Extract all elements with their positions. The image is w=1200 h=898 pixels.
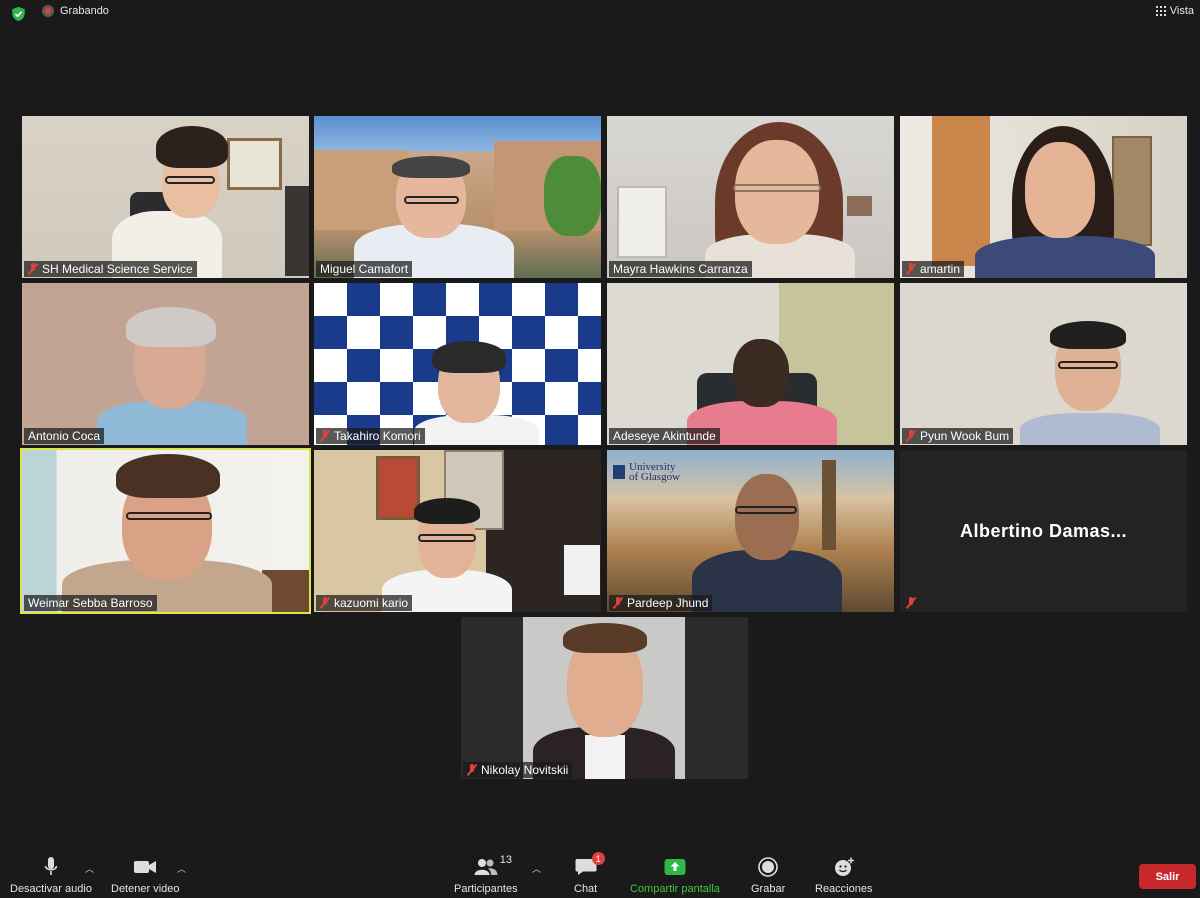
mic-muted-icon (28, 263, 38, 275)
participant-name: SH Medical Science Service (42, 262, 193, 276)
video-tile[interactable]: Adeseye Akintunde (607, 283, 894, 445)
video-feed (900, 283, 1187, 445)
reactions-button[interactable]: Reacciones (815, 856, 872, 895)
video-feed (314, 283, 601, 445)
share-screen-label: Compartir pantalla (630, 883, 720, 895)
participant-name-tag: Antonio Coca (24, 428, 105, 444)
reactions-label: Reacciones (815, 883, 873, 895)
video-feed (22, 450, 309, 612)
participant-display-name: Albertino Damas... (959, 520, 1128, 541)
participant-name-tag (902, 595, 920, 611)
participant-name-tag: amartin (902, 261, 965, 277)
top-bar: Grabando Vista (0, 0, 1200, 28)
participant-name-tag: Pyun Wook Bum (902, 428, 1014, 444)
video-tile[interactable]: amartin (900, 116, 1187, 278)
grid-view-icon (1155, 6, 1166, 16)
video-options-chevron-icon[interactable]: ︿ (177, 862, 186, 875)
participants-label: Participantes (454, 883, 518, 895)
emoji-plus-icon (833, 856, 855, 878)
shield-check-icon[interactable] (11, 6, 26, 22)
participant-name-tag: Nikolay Novitskii (463, 762, 573, 778)
video-feed (22, 283, 309, 445)
participant-name: Takahiro Komori (334, 429, 421, 443)
participants-count: 13 (499, 854, 513, 866)
mute-audio-button[interactable]: Desactivar audio (10, 856, 92, 895)
recording-indicator[interactable]: Grabando (42, 5, 109, 17)
participant-name-tag: SH Medical Science Service (24, 261, 197, 277)
record-icon (42, 5, 54, 17)
video-feed (461, 617, 748, 779)
video-tile-video-off[interactable]: Albertino Damas... (900, 450, 1187, 612)
mic-muted-icon (320, 597, 330, 609)
chat-bubble-icon: 1 (575, 852, 605, 878)
video-tile[interactable]: Mayra Hawkins Carranza (607, 116, 894, 278)
participant-name: Pyun Wook Bum (920, 429, 1010, 443)
participant-name: Adeseye Akintunde (613, 429, 716, 443)
stop-video-button[interactable]: Detener video (111, 856, 180, 895)
video-tile[interactable]: Nikolay Novitskii (461, 617, 748, 779)
record-circle-icon (758, 856, 778, 878)
participant-name: Pardeep Jhund (627, 596, 709, 610)
share-screen-icon (664, 856, 686, 878)
video-tile[interactable]: Antonio Coca (22, 283, 309, 445)
participant-name: Antonio Coca (28, 429, 101, 443)
view-button[interactable]: Vista (1155, 5, 1194, 17)
participant-name: Miguel Camafort (320, 262, 409, 276)
mic-muted-icon (320, 430, 330, 442)
participant-name: amartin (920, 262, 961, 276)
video-feed: University of Glasgow (607, 450, 894, 612)
participant-name-tag: Pardeep Jhund (609, 595, 713, 611)
view-label: Vista (1169, 5, 1194, 17)
university-logo-line2: of Glasgow (629, 471, 681, 483)
mic-muted-icon (906, 263, 916, 275)
meeting-toolbar: Desactivar audio ︿ Detener video ︿ 13 Pa… (0, 850, 1200, 898)
participant-name-tag: Adeseye Akintunde (609, 428, 720, 444)
participant-name: Nikolay Novitskii (481, 763, 569, 777)
university-logo: University of Glasgow (613, 462, 681, 483)
microphone-icon (44, 856, 58, 878)
video-tile[interactable]: SH Medical Science Service (22, 116, 309, 278)
mic-muted-icon (906, 430, 916, 442)
participants-options-chevron-icon[interactable]: ︿ (532, 862, 541, 875)
participants-button[interactable]: 13 Participantes (454, 854, 518, 895)
video-tile[interactable]: Takahiro Komori (314, 283, 601, 445)
participant-name-tag: Takahiro Komori (316, 428, 425, 444)
chat-label: Chat (574, 883, 598, 895)
video-tile-active-speaker[interactable]: Weimar Sebba Barroso (20, 448, 311, 614)
video-feed (314, 450, 601, 612)
participant-name: Weimar Sebba Barroso (28, 596, 153, 610)
mic-muted-icon (613, 597, 623, 609)
video-feed (607, 283, 894, 445)
mic-muted-icon (906, 597, 916, 609)
participant-name: Mayra Hawkins Carranza (613, 262, 748, 276)
leave-meeting-button[interactable]: Salir (1139, 864, 1196, 889)
mute-audio-label: Desactivar audio (10, 883, 92, 895)
chat-button[interactable]: 1 Chat (574, 852, 605, 895)
video-tile[interactable]: Pyun Wook Bum (900, 283, 1187, 445)
participant-name-tag: Miguel Camafort (316, 261, 413, 277)
stop-video-label: Detener video (111, 883, 180, 895)
video-feed (900, 116, 1187, 278)
chat-unread-badge: 1 (591, 852, 605, 865)
participant-name-tag: Weimar Sebba Barroso (24, 595, 157, 611)
record-label: Grabar (751, 883, 786, 895)
mic-muted-icon (467, 764, 477, 776)
participant-name: kazuomi kario (334, 596, 409, 610)
recording-label: Grabando (60, 5, 109, 17)
video-feed (22, 116, 309, 278)
record-button[interactable]: Grabar (751, 856, 785, 895)
audio-options-chevron-icon[interactable]: ︿ (85, 862, 94, 875)
video-tile[interactable]: kazuomi kario (314, 450, 601, 612)
video-camera-icon (133, 856, 157, 878)
video-feed (314, 116, 601, 278)
share-screen-button[interactable]: Compartir pantalla (630, 856, 720, 895)
video-tile[interactable]: University of Glasgow Pardeep Jhund (607, 450, 894, 612)
participants-icon: 13 (474, 854, 512, 878)
participant-name-tag: Mayra Hawkins Carranza (609, 261, 752, 277)
video-feed (607, 116, 894, 278)
zoom-meeting-window: Grabando Vista SH Medical Science Servic… (0, 0, 1200, 898)
video-tile[interactable]: Miguel Camafort (314, 116, 601, 278)
participant-name-tag: kazuomi kario (316, 595, 413, 611)
